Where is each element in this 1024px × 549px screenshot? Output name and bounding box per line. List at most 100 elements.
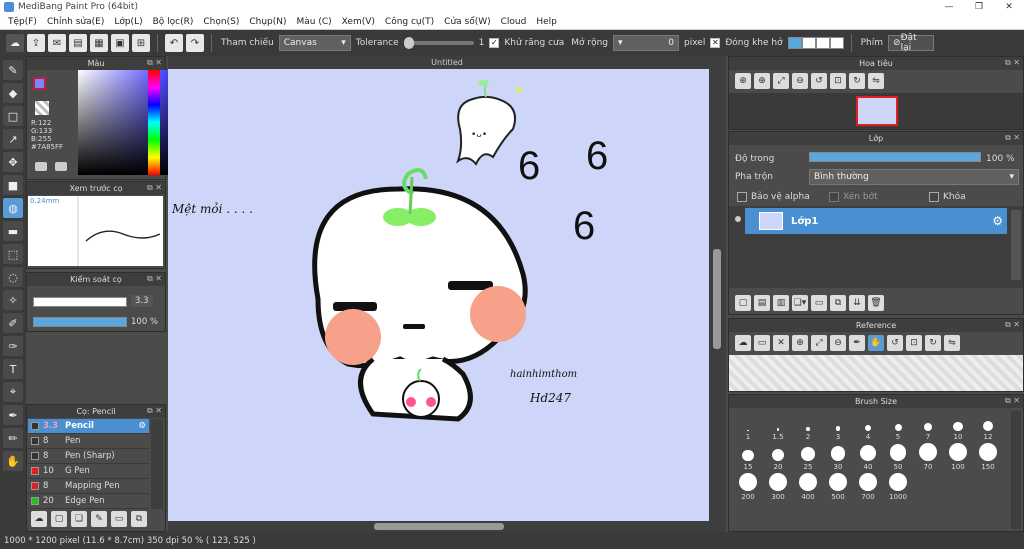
pen-tool-icon[interactable]: ✏ xyxy=(3,428,23,448)
menu-filter[interactable]: Bộ lọc(R) xyxy=(148,17,199,27)
doc-icon[interactable]: ▦ xyxy=(90,34,108,52)
gear-icon[interactable]: ⚙ xyxy=(138,421,146,431)
duplicate-layer-icon[interactable]: ⧉ xyxy=(830,295,846,311)
blend-mode-select[interactable]: Bình thường ▾ xyxy=(809,169,1019,185)
comment-icon[interactable]: ✉ xyxy=(48,34,66,52)
protect-alpha-option[interactable]: Bảo vệ alpha xyxy=(737,192,810,202)
brush-tool-icon[interactable]: ✎ xyxy=(3,60,23,80)
panel-controls[interactable]: ⧉ ✕ xyxy=(1005,133,1020,143)
eyedropper-icon[interactable] xyxy=(35,162,47,171)
edit-brush-icon[interactable]: ✎ xyxy=(91,511,107,527)
shape-tool-icon[interactable]: □ xyxy=(3,106,23,126)
horizontal-scrollbar[interactable] xyxy=(168,521,726,532)
copy-brush-icon[interactable]: ❏ xyxy=(71,511,87,527)
fit-icon[interactable]: ⤢ xyxy=(811,335,827,351)
menu-help[interactable]: Help xyxy=(531,17,562,27)
new-halftone-layer-icon[interactable]: ▤ xyxy=(754,295,770,311)
menu-edit[interactable]: Chỉnh sửa(E) xyxy=(42,17,109,27)
close-gap-checkbox[interactable]: ✕ xyxy=(710,38,721,48)
rotate-right-icon[interactable]: ↻ xyxy=(849,73,865,89)
brush-size-option[interactable]: 15 xyxy=(733,441,763,471)
select-eraser-icon[interactable]: ✑ xyxy=(3,336,23,356)
bucket-tool-icon[interactable]: ◍ xyxy=(3,198,23,218)
brush-size-option[interactable]: 40 xyxy=(853,441,883,471)
brush-item[interactable]: 10 G Pen xyxy=(28,464,149,479)
text-tool-icon[interactable]: T xyxy=(3,359,23,379)
menu-color[interactable]: Màu (C) xyxy=(292,17,337,27)
operation-tool-icon[interactable]: ⌖ xyxy=(3,382,23,402)
cloud-icon[interactable]: ☁ xyxy=(6,34,24,52)
brush-size-option[interactable]: 2 xyxy=(793,411,823,441)
brush-size-option[interactable]: 4 xyxy=(853,411,883,441)
brush-size-slider[interactable] xyxy=(33,297,127,307)
move-tool-icon[interactable]: ✥ xyxy=(3,152,23,172)
menu-tools[interactable]: Công cụ(T) xyxy=(380,17,439,27)
brush-size-option[interactable]: 1.5 xyxy=(763,411,793,441)
magic-wand-icon[interactable]: ✧ xyxy=(3,290,23,310)
brush-size-option[interactable]: 12 xyxy=(973,411,1003,441)
layer-row[interactable]: Lớp1 ⚙ xyxy=(745,208,1007,234)
note-icon[interactable]: ▤ xyxy=(69,34,87,52)
close-button[interactable]: ✕ xyxy=(994,2,1024,12)
select-pen-icon[interactable]: ✐ xyxy=(3,313,23,333)
brush-list-scrollbar[interactable] xyxy=(151,419,163,509)
grid-icon[interactable]: ⊞ xyxy=(132,34,150,52)
antialias-checkbox[interactable]: ✓ xyxy=(489,38,500,48)
new-brush-icon[interactable]: ▢ xyxy=(51,511,67,527)
panel-controls[interactable]: ⧉ ✕ xyxy=(147,406,162,416)
brush-size-option[interactable]: 400 xyxy=(793,471,823,501)
flip-icon[interactable]: ⇋ xyxy=(944,335,960,351)
brush-size-value[interactable]: 3.3 xyxy=(131,295,153,307)
fit-icon[interactable]: ⤢ xyxy=(773,73,789,89)
drawing-canvas[interactable]: Mệt mỏi . . . . hainhimthom Hd247 •ᴗ• ★ … xyxy=(168,69,709,521)
brush-item[interactable]: 8 Mapping Pen xyxy=(28,479,149,494)
brush-size-option[interactable]: 50 xyxy=(883,441,913,471)
zoom-in-icon[interactable]: ⊕ xyxy=(754,73,770,89)
fill-rect-tool-icon[interactable]: ■ xyxy=(3,175,23,195)
palette-icon[interactable] xyxy=(55,162,67,171)
brush-size-option[interactable]: 30 xyxy=(823,441,853,471)
hand-tool-icon[interactable]: ✋ xyxy=(3,451,23,471)
rotate-right-icon[interactable]: ↻ xyxy=(925,335,941,351)
menu-layer[interactable]: Lớp(L) xyxy=(109,17,147,27)
redo-icon[interactable]: ↷ xyxy=(186,34,204,52)
lock-option[interactable]: Khóa xyxy=(929,192,966,202)
brush-item[interactable]: 8 Pen xyxy=(28,434,149,449)
brush-item[interactable]: 8 Pen (Sharp) xyxy=(28,449,149,464)
brush-size-option[interactable]: 70 xyxy=(913,441,943,471)
add-layer-menu-icon[interactable]: ❏▾ xyxy=(792,295,808,311)
brush-opacity-slider[interactable] xyxy=(33,317,127,327)
brush-size-option[interactable]: 500 xyxy=(823,471,853,501)
brush-size-option[interactable]: 100 xyxy=(943,441,973,471)
brush-size-option[interactable]: 20 xyxy=(763,441,793,471)
brush-size-scrollbar[interactable] xyxy=(1011,411,1021,529)
open-folder-icon[interactable]: ▭ xyxy=(754,335,770,351)
merge-layer-icon[interactable]: ⇊ xyxy=(849,295,865,311)
new-layer-icon[interactable]: ▢ xyxy=(735,295,751,311)
gradient-tool-icon[interactable]: ▬ xyxy=(3,221,23,241)
document-tab[interactable]: Untitled xyxy=(168,56,726,69)
brush-item[interactable]: 3.3 Pencil ⚙ xyxy=(28,419,149,434)
navigator-preview[interactable] xyxy=(729,93,1023,129)
brush-size-option[interactable]: 25 xyxy=(793,441,823,471)
actual-size-icon[interactable]: ⊡ xyxy=(906,335,922,351)
transparent-swatch[interactable] xyxy=(35,101,49,115)
select-tool-icon[interactable]: ⬚ xyxy=(3,244,23,264)
layout-icon[interactable]: ▣ xyxy=(111,34,129,52)
brush-item[interactable]: 20 Edge Pen xyxy=(28,494,149,509)
brush-size-option[interactable]: 1000 xyxy=(883,471,913,501)
reset-button[interactable]: ⊘ Đặt lại xyxy=(888,33,935,53)
rotate-left-icon[interactable]: ↺ xyxy=(887,335,903,351)
hue-bar[interactable] xyxy=(148,70,160,175)
delete-layer-icon[interactable]: 🗑 xyxy=(868,295,884,311)
panel-controls[interactable]: ⧉ ✕ xyxy=(1005,396,1020,406)
eyedropper-icon[interactable]: ✒ xyxy=(849,335,865,351)
panel-controls[interactable]: ⧉ ✕ xyxy=(147,58,162,68)
brush-size-option[interactable]: 5 xyxy=(883,411,913,441)
brush-size-option[interactable]: 1 xyxy=(733,411,763,441)
clipping-option[interactable]: Xén bớt xyxy=(829,192,878,202)
reference-view[interactable] xyxy=(729,355,1023,391)
gear-icon[interactable]: ⚙ xyxy=(992,214,1003,228)
flip-icon[interactable]: ⇋ xyxy=(868,73,884,89)
undo-icon[interactable]: ↶ xyxy=(165,34,183,52)
